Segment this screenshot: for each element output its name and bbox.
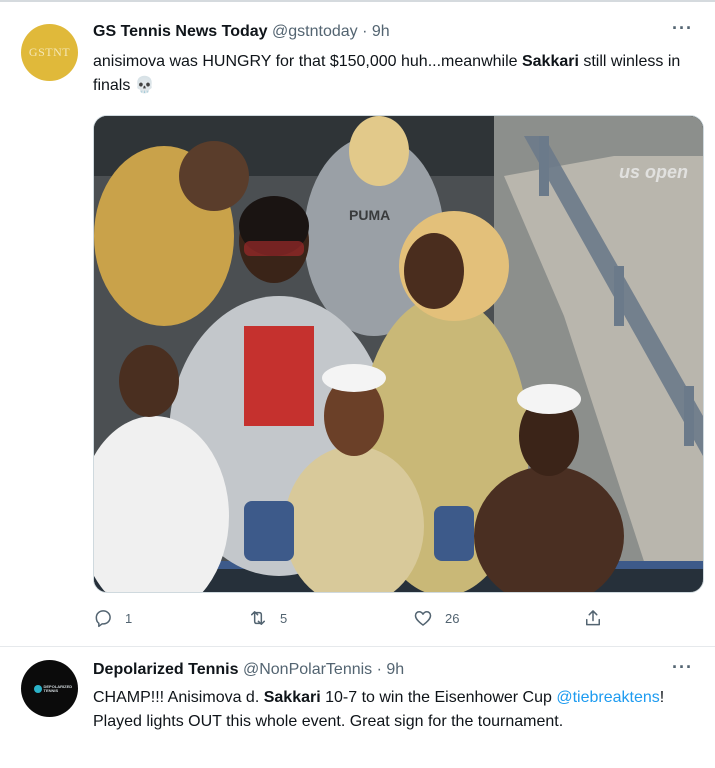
- reply-icon: [95, 610, 111, 628]
- like-count: 26: [445, 610, 460, 626]
- tweet-text-part: anisimova was HUNGRY for that $150,000 h…: [93, 53, 522, 70]
- author-name[interactable]: Depolarized Tennis: [93, 661, 239, 678]
- avatar-logo: DEPOLARIZED TENNIS: [33, 683, 73, 693]
- avatar[interactable]: GSTNT: [21, 24, 78, 81]
- author-handle[interactable]: @NonPolarTennis: [243, 661, 372, 678]
- tweet-1[interactable]: GSTNT GS Tennis News Today @gstntoday · …: [0, 2, 715, 647]
- tweet-2[interactable]: DEPOLARIZED TENNIS Depolarized Tennis @N…: [0, 647, 715, 768]
- retweet-button[interactable]: 5: [248, 608, 287, 628]
- avatar-text: GSTNT: [28, 45, 71, 59]
- tweet-text-part: CHAMP!!! Anisimova d.: [93, 689, 264, 706]
- author-name[interactable]: GS Tennis News Today: [93, 23, 268, 40]
- heart-icon: [414, 611, 432, 626]
- shirt-logo-text: PUMA: [349, 207, 390, 223]
- tweet-text: anisimova was HUNGRY for that $150,000 h…: [93, 50, 693, 98]
- tweet-text-bold: Sakkari: [263, 689, 321, 706]
- skull-emoji-icon: 💀: [134, 77, 155, 94]
- tweet-actions: 1 5 26: [93, 608, 613, 630]
- separator: ·: [376, 661, 382, 678]
- avatar[interactable]: DEPOLARIZED TENNIS: [21, 660, 78, 717]
- tweet-photo[interactable]: us open PUMA: [93, 115, 704, 593]
- avatar-text: DEPOLARIZED TENNIS: [43, 683, 73, 693]
- logo-circle-icon: [33, 684, 42, 693]
- share-button[interactable]: [583, 608, 603, 628]
- reply-count: 1: [125, 610, 133, 626]
- us-open-watermark: us open: [619, 162, 688, 182]
- mention-link[interactable]: @tiebreaktens: [556, 689, 659, 706]
- timestamp[interactable]: 9h: [372, 23, 390, 40]
- tweet-header: GS Tennis News Today @gstntoday · 9h: [93, 22, 390, 42]
- retweet-icon: [251, 611, 265, 625]
- more-options-icon[interactable]: ···: [672, 657, 693, 678]
- retweet-count: 5: [280, 610, 288, 626]
- reply-button[interactable]: 1: [93, 608, 132, 628]
- more-options-icon[interactable]: ···: [672, 18, 693, 39]
- tweet-header: Depolarized Tennis @NonPolarTennis · 9h: [93, 660, 404, 680]
- timestamp[interactable]: 9h: [386, 661, 404, 678]
- share-icon: [586, 610, 600, 626]
- like-button[interactable]: 26: [413, 608, 459, 628]
- separator: ·: [362, 23, 368, 40]
- tweet-text-bold: Sakkari: [521, 53, 579, 70]
- tweet-text: CHAMP!!! Anisimova d. Sakkari 10-7 to wi…: [93, 686, 693, 734]
- author-handle[interactable]: @gstntoday: [272, 23, 358, 40]
- tweet-text-part: 10-7 to win the Eisenhower Cup: [320, 689, 557, 706]
